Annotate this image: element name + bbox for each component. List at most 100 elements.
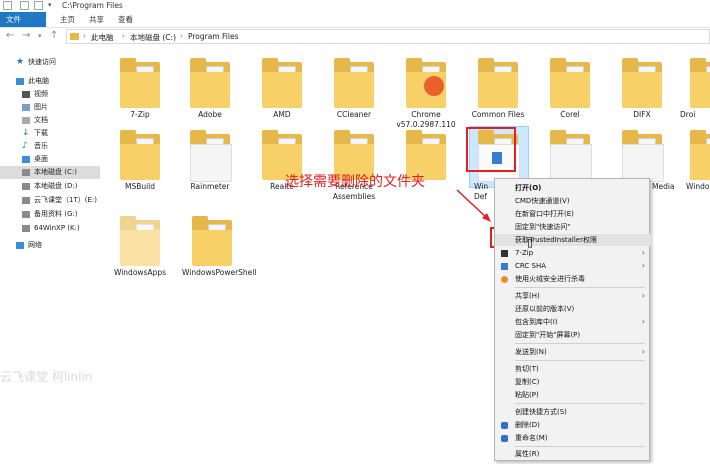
folder-item[interactable]: WindowsApps: [100, 216, 170, 296]
folder-item[interactable]: 7-Zip: [100, 58, 170, 138]
chrome-logo-icon: [424, 76, 444, 96]
menu-separator: [515, 343, 645, 344]
sidebar-item-music[interactable]: ♪ 音乐: [0, 140, 100, 153]
picture-icon: [22, 104, 30, 111]
chevron-right-icon: ›: [641, 347, 645, 356]
folder-item[interactable]: Reference Assemblies: [314, 130, 384, 210]
menu-item-huorong-scan[interactable]: 使用火绒安全进行杀毒: [495, 273, 651, 285]
folder-icon: [120, 58, 160, 108]
chevron-right-icon[interactable]: ›: [83, 32, 86, 40]
tab-view[interactable]: 查看: [118, 14, 133, 25]
watermark-bottom: 云飞课堂 柯linlin: [0, 370, 93, 384]
menu-separator: [515, 287, 645, 288]
menu-separator: [515, 360, 645, 361]
drive-icon: [22, 183, 30, 190]
drive-icon: [22, 225, 30, 232]
folder-item[interactable]: Chrome v57.0.2987.110: [386, 58, 456, 138]
menu-item-copy[interactable]: 复制(C): [495, 376, 651, 388]
menu-item-delete[interactable]: 删除(D): [495, 419, 651, 431]
menu-item-properties[interactable]: 属性(R): [495, 448, 651, 460]
folder-icon: [70, 33, 79, 40]
folder-item[interactable]: [386, 130, 456, 210]
folder-item[interactable]: CCleaner: [314, 58, 384, 138]
folder-item[interactable]: Rainmeter: [170, 130, 240, 210]
folder-item[interactable]: Corel: [530, 58, 600, 138]
menu-item-pin-quick-access[interactable]: 固定到"快速访问": [495, 221, 651, 233]
folder-item[interactable]: AMD: [242, 58, 312, 138]
navigation-pane: ★ 快速访问 此电脑 视频 图片 文档 ↓ 下载 ♪ 音乐 桌面 本地磁盘 (C…: [0, 46, 100, 464]
sidebar-item-network[interactable]: 网络: [0, 239, 100, 252]
breadcrumb-program-files[interactable]: Program Files: [188, 32, 239, 41]
back-icon[interactable]: ←: [6, 30, 14, 41]
menu-separator: [515, 403, 645, 404]
sidebar-item-quick-access[interactable]: ★ 快速访问: [0, 56, 100, 69]
address-bar-row: ← → ▾ ↑ › 此电脑 › 本地磁盘 (C:) › Program File…: [0, 27, 710, 46]
folder-icon: [334, 58, 374, 108]
annotation-box-folder: [466, 127, 516, 172]
menu-item-pin-start[interactable]: 固定到"开始"屏幕(P): [495, 329, 651, 341]
sidebar-item-downloads[interactable]: ↓ 下载: [0, 127, 100, 140]
breadcrumb-this-pc[interactable]: 此电脑: [91, 32, 114, 43]
chevron-right-icon[interactable]: ›: [122, 32, 125, 40]
computer-icon: [16, 78, 24, 85]
folder-icon: [478, 58, 518, 108]
menu-item-cut[interactable]: 剪切(T): [495, 363, 651, 375]
network-icon: [16, 242, 24, 249]
folder-icon: [550, 58, 590, 108]
chevron-right-icon[interactable]: ›: [180, 32, 183, 40]
menu-item-send-to[interactable]: 发送到(N) ›: [495, 346, 651, 358]
folder-item[interactable]: WindowsPowerShell: [172, 216, 256, 296]
address-bar[interactable]: › 此电脑 › 本地磁盘 (C:) › Program Files: [66, 29, 710, 44]
huorong-icon: [501, 276, 508, 283]
sidebar-item-drive-c[interactable]: 本地磁盘 (C:): [0, 166, 100, 179]
new-folder-icon[interactable]: [34, 1, 43, 10]
chevron-down-icon[interactable]: ▾: [48, 1, 52, 9]
menu-item-trustedinstaller[interactable]: 获取TrustedInstaller权限: [495, 234, 651, 246]
menu-item-7zip[interactable]: 7-Zip ›: [495, 247, 651, 259]
sidebar-item-videos[interactable]: 视频: [0, 88, 100, 101]
folder-item[interactable]: Windo: [674, 130, 710, 210]
crc-sha-icon: [501, 263, 508, 270]
ribbon: 文件 主页 共享 查看: [0, 12, 710, 28]
sidebar-item-documents[interactable]: 文档: [0, 114, 100, 127]
sidebar-item-drive-e[interactable]: 云飞课堂（1T）(E:): [0, 194, 100, 207]
sidebar-item-this-pc[interactable]: 此电脑: [0, 75, 100, 88]
menu-item-include-library[interactable]: 包含到库中(I) ›: [495, 316, 651, 328]
menu-item-open-new-window[interactable]: 在新窗口中打开(E): [495, 208, 651, 220]
folder-item[interactable]: Adobe: [170, 58, 240, 138]
menu-item-open[interactable]: 打开(O): [495, 182, 651, 194]
sidebar-item-drive-g[interactable]: 备用资料 (G:): [0, 208, 100, 221]
tab-share[interactable]: 共享: [89, 14, 104, 25]
menu-item-rename[interactable]: 重命名(M): [495, 432, 651, 444]
document-icon: [22, 117, 30, 124]
drive-icon: [22, 169, 30, 176]
menu-item-paste[interactable]: 粘贴(P): [495, 389, 651, 401]
menu-item-share[interactable]: 共享(H) ›: [495, 290, 651, 302]
watermark-top: 云飞课堂: [0, 12, 49, 26]
menu-item-cmd[interactable]: CMD快速通道(V): [495, 195, 651, 207]
folder-item[interactable]: Droi: [674, 58, 710, 138]
sidebar-item-desktop[interactable]: 桌面: [0, 153, 100, 166]
folder-icon: [190, 58, 230, 108]
breadcrumb-drive-c[interactable]: 本地磁盘 (C:): [130, 32, 176, 43]
folder-item[interactable]: MSBuild: [100, 130, 170, 210]
sidebar-item-pictures[interactable]: 图片: [0, 101, 100, 114]
menu-item-restore-versions[interactable]: 还原以前的版本(V): [495, 303, 651, 315]
menu-item-create-shortcut[interactable]: 创建快捷方式(S): [495, 406, 651, 418]
tab-home[interactable]: 主页: [60, 14, 75, 25]
sidebar-item-drive-d[interactable]: 本地磁盘 (D:): [0, 180, 100, 193]
up-icon[interactable]: ↑: [50, 30, 58, 41]
folder-icon: [690, 58, 710, 108]
folder-icon: [690, 130, 710, 180]
menu-item-crc-sha[interactable]: CRC SHA ›: [495, 260, 651, 272]
desktop-icon: [22, 156, 30, 163]
window-title: C:\Program Files: [62, 1, 123, 10]
folder-item[interactable]: Realte: [242, 130, 312, 210]
folder-item[interactable]: Common Files: [458, 58, 528, 138]
properties-icon[interactable]: [20, 1, 29, 10]
folder-item[interactable]: DIFX: [602, 58, 672, 138]
sidebar-item-drive-k[interactable]: 64WinXP (K:): [0, 222, 100, 235]
forward-icon[interactable]: →: [22, 30, 30, 41]
recent-locations-icon[interactable]: ▾: [38, 32, 42, 40]
7zip-icon: [501, 250, 508, 257]
